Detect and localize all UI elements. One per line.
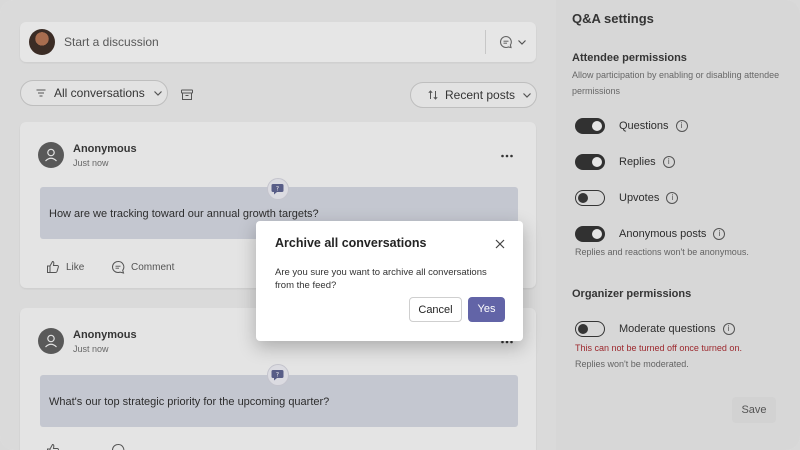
close-icon[interactable] [493,237,507,251]
dialog-title: Archive all conversations [275,236,427,250]
archive-dialog: Archive all conversations Are you sure y… [256,221,523,341]
confirm-button[interactable]: Yes [468,297,505,322]
dialog-message: Are you sure you want to archive all con… [275,267,487,291]
cancel-button[interactable]: Cancel [409,297,462,322]
app-window: Start a discussion All conversations Rec… [0,0,800,450]
